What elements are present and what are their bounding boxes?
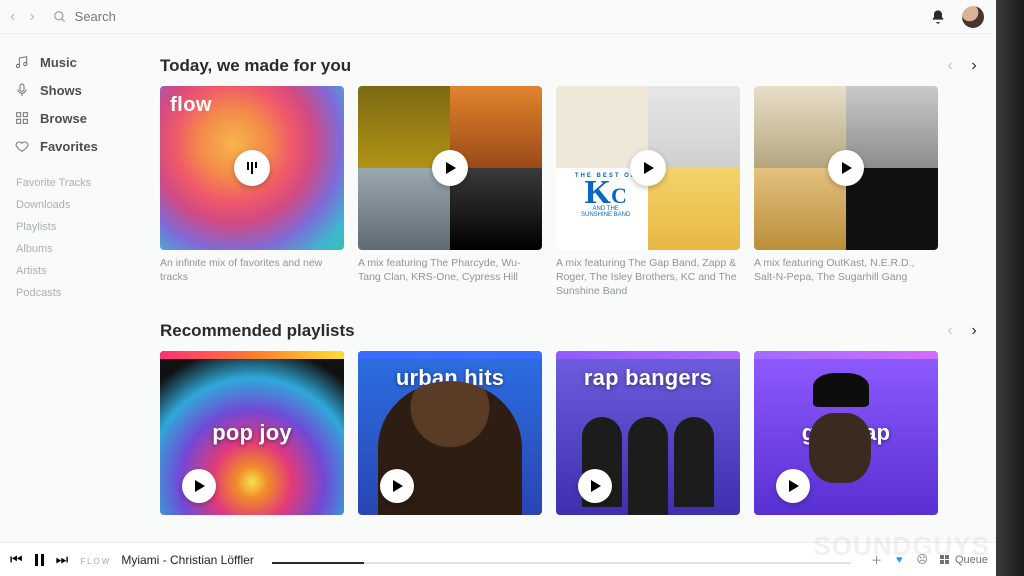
search-icon <box>53 10 67 24</box>
app-window: ‹ › Music Shows Browse <box>0 0 1024 576</box>
flow-tag: FLOW <box>80 557 111 566</box>
kc-sunshine-logo: THE BEST OF KC AND THE SUNSHINE BAND <box>567 173 644 218</box>
search <box>53 9 922 24</box>
flow-logo: flow <box>170 94 212 117</box>
play-icon <box>591 480 601 492</box>
section-title: Recommended playlists <box>160 321 940 341</box>
top-bar: ‹ › <box>0 0 1024 34</box>
play-icon <box>789 480 799 492</box>
sidebar-item-label: Browse <box>40 111 87 126</box>
play-button[interactable] <box>630 150 666 186</box>
carousel-nav: ‹ › <box>940 56 984 76</box>
mix-card: A mix featuring OutKast, N.E.R.D., Salt-… <box>754 86 938 299</box>
back-button[interactable]: ‹ <box>6 6 19 28</box>
mix-art[interactable] <box>754 86 938 250</box>
sidebar-item-label: Shows <box>40 83 82 98</box>
carousel-prev[interactable]: ‹ <box>940 321 960 341</box>
prev-track-button[interactable]: ⏮ <box>10 551 23 568</box>
body: Music Shows Browse Favorites Favorite Tr… <box>0 34 1024 542</box>
playlist-card-urbanhits[interactable]: urban hits <box>358 351 542 515</box>
mix-art[interactable] <box>358 86 542 250</box>
search-input[interactable] <box>75 9 425 24</box>
section-title: Today, we made for you <box>160 56 940 76</box>
play-icon <box>842 162 852 174</box>
playlist-card-goldrap[interactable]: gold rap <box>754 351 938 515</box>
subnav-playlists[interactable]: Playlists <box>14 216 122 238</box>
history-nav: ‹ › <box>6 6 39 28</box>
next-track-button[interactable]: ⏭ <box>56 551 69 568</box>
pause-button[interactable] <box>35 554 44 566</box>
playlist-title: rap bangers <box>584 365 712 391</box>
play-icon <box>644 162 654 174</box>
play-button[interactable] <box>182 469 216 503</box>
mix-desc: A mix featuring The Gap Band, Zapp & Rog… <box>556 256 740 299</box>
forward-button[interactable]: › <box>25 6 38 28</box>
mix-card-flow: flow An infinite mix of favorites and ne… <box>160 86 344 299</box>
now-playing: FLOW Myiami - Christian Löffler <box>80 553 859 567</box>
play-button[interactable] <box>432 150 468 186</box>
carousel-prev[interactable]: ‹ <box>940 56 960 76</box>
recommended-row: pop joy urban hits rap bangers gold rap <box>160 351 984 515</box>
play-icon <box>393 480 403 492</box>
sidebar: Music Shows Browse Favorites Favorite Tr… <box>0 34 130 542</box>
sidebar-item-music[interactable]: Music <box>12 48 122 76</box>
progress-bar[interactable] <box>272 562 851 564</box>
track-title: Myiami - Christian Löffler <box>121 553 253 567</box>
play-button[interactable] <box>380 469 414 503</box>
subnav-downloads[interactable]: Downloads <box>14 194 122 216</box>
playlist-card-popjoy[interactable]: pop joy <box>160 351 344 515</box>
play-button[interactable] <box>234 150 270 186</box>
play-icon <box>446 162 456 174</box>
made-for-you-row: flow An infinite mix of favorites and ne… <box>160 86 984 299</box>
section-head-made-for-you: Today, we made for you ‹ › <box>160 56 984 76</box>
sidebar-item-label: Favorites <box>40 139 98 154</box>
carousel-next[interactable]: › <box>964 56 984 76</box>
sidebar-item-shows[interactable]: Shows <box>12 76 122 104</box>
device-bezel <box>996 0 1024 576</box>
subnav-artists[interactable]: Artists <box>14 260 122 282</box>
main: Today, we made for you ‹ › flow An infin… <box>130 34 1024 542</box>
topbar-right <box>930 6 984 28</box>
mix-desc: A mix featuring The Pharcyde, Wu-Tang Cl… <box>358 256 542 284</box>
sidebar-item-favorites[interactable]: Favorites <box>12 132 122 160</box>
carousel-next[interactable]: › <box>964 321 984 341</box>
playlist-card-rapbangers[interactable]: rap bangers <box>556 351 740 515</box>
heart-icon <box>14 138 30 154</box>
mix-card: THE BEST OF KC AND THE SUNSHINE BAND A m… <box>556 86 740 299</box>
subnav-favorite-tracks[interactable]: Favorite Tracks <box>14 172 122 194</box>
equalizer-icon <box>247 162 257 174</box>
play-button[interactable] <box>776 469 810 503</box>
mix-card: A mix featuring The Pharcyde, Wu-Tang Cl… <box>358 86 542 299</box>
subnav-albums[interactable]: Albums <box>14 238 122 260</box>
notifications-icon[interactable] <box>930 9 946 25</box>
watermark: SOUNDGUYS <box>813 531 990 562</box>
mix-art[interactable]: THE BEST OF KC AND THE SUNSHINE BAND <box>556 86 740 250</box>
sidebar-item-browse[interactable]: Browse <box>12 104 122 132</box>
subnav-podcasts[interactable]: Podcasts <box>14 282 122 304</box>
sidebar-subnav: Favorite Tracks Downloads Playlists Albu… <box>12 172 122 304</box>
carousel-nav: ‹ › <box>940 321 984 341</box>
play-button[interactable] <box>578 469 612 503</box>
mix-art[interactable]: flow <box>160 86 344 250</box>
music-icon <box>14 54 30 70</box>
playlist-title: pop joy <box>212 420 292 446</box>
sidebar-item-label: Music <box>40 55 77 70</box>
play-button[interactable] <box>828 150 864 186</box>
microphone-icon <box>14 82 30 98</box>
mix-desc: A mix featuring OutKast, N.E.R.D., Salt-… <box>754 256 938 284</box>
avatar[interactable] <box>962 6 984 28</box>
play-icon <box>195 480 205 492</box>
mix-desc: An infinite mix of favorites and new tra… <box>160 256 344 284</box>
grid-icon <box>14 110 30 126</box>
section-head-recommended: Recommended playlists ‹ › <box>160 321 984 341</box>
